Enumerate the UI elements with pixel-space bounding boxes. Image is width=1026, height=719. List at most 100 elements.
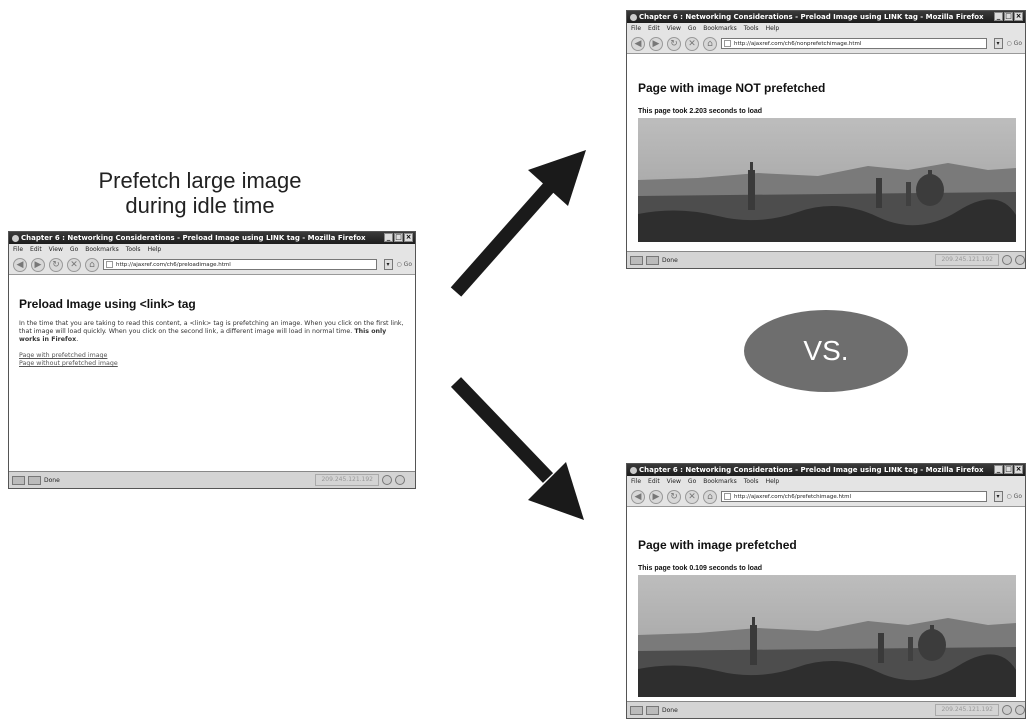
menu-bookmarks[interactable]: Bookmarks xyxy=(85,246,119,253)
florence-panorama-image xyxy=(638,575,1016,697)
url-dropdown-button[interactable]: ▾ xyxy=(383,259,393,270)
menu-file[interactable]: File xyxy=(631,25,641,32)
status-text: Done xyxy=(662,256,678,264)
menu-edit[interactable]: Edit xyxy=(648,25,660,32)
go-label: Go xyxy=(1013,40,1022,47)
status-round-icon xyxy=(382,475,392,485)
load-time-text: This page took 2.203 seconds to load xyxy=(638,108,763,115)
page-content: Page with image prefetched This page too… xyxy=(627,520,1025,697)
status-round-icon xyxy=(1015,255,1025,265)
page-heading: Page with image prefetched xyxy=(638,538,797,552)
firefox-icon xyxy=(630,13,637,21)
reload-icon[interactable]: ↻ xyxy=(667,36,681,51)
maximize-button[interactable]: □ xyxy=(1004,465,1013,474)
menu-help[interactable]: Help xyxy=(148,246,162,253)
load-time-text: This page took 0.109 seconds to load xyxy=(638,565,763,572)
caption-line-2: during idle time xyxy=(125,193,275,218)
status-text: Done xyxy=(662,706,678,714)
window-title: Chapter 6 : Networking Considerations - … xyxy=(639,13,984,21)
go-button[interactable]: ○ Go xyxy=(397,261,412,268)
url-dropdown-button[interactable]: ▾ xyxy=(993,38,1003,49)
menu-file[interactable]: File xyxy=(13,246,23,253)
page-heading: Page with image NOT prefetched xyxy=(638,81,826,95)
close-button[interactable]: × xyxy=(1014,465,1023,474)
back-arrow-icon[interactable]: ◀ xyxy=(631,36,645,51)
menu-help[interactable]: Help xyxy=(766,25,780,32)
status-round-icon xyxy=(1002,705,1012,715)
stop-icon[interactable]: ✕ xyxy=(67,257,81,272)
menu-view[interactable]: View xyxy=(667,25,681,32)
status-round-icon xyxy=(395,475,405,485)
url-text: http://ajaxref.com/ch6/nonprefetchimage.… xyxy=(734,41,862,47)
home-icon[interactable]: ⌂ xyxy=(85,257,99,272)
firefox-icon xyxy=(630,466,637,474)
forward-arrow-icon[interactable]: ▶ xyxy=(31,257,45,272)
go-label: Go xyxy=(403,261,412,268)
menu-bar: File Edit View Go Bookmarks Tools Help xyxy=(9,244,415,255)
status-bar: Done 209.245.121.192 xyxy=(627,251,1025,268)
page-content: Page with image NOT prefetched This page… xyxy=(627,67,1025,242)
window-title: Chapter 6 : Networking Considerations - … xyxy=(639,466,984,474)
go-label: Go xyxy=(1013,493,1022,500)
forward-arrow-icon[interactable]: ▶ xyxy=(649,489,663,504)
stop-icon[interactable]: ✕ xyxy=(685,36,699,51)
firefox-icon xyxy=(12,234,19,242)
menu-bookmarks[interactable]: Bookmarks xyxy=(703,478,737,485)
menu-file[interactable]: File xyxy=(631,478,641,485)
url-dropdown-button[interactable]: ▾ xyxy=(993,491,1003,502)
maximize-button[interactable]: □ xyxy=(394,233,403,242)
menu-view[interactable]: View xyxy=(667,478,681,485)
go-button[interactable]: ○ Go xyxy=(1007,493,1022,500)
minimize-button[interactable]: _ xyxy=(384,233,393,242)
url-input[interactable]: http://ajaxref.com/ch6/prefetchimage.htm… xyxy=(721,491,987,502)
menu-bookmarks[interactable]: Bookmarks xyxy=(703,25,737,32)
minimize-button[interactable]: _ xyxy=(994,465,1003,474)
menu-edit[interactable]: Edit xyxy=(30,246,42,253)
status-round-icon xyxy=(1002,255,1012,265)
vs-badge: VS. xyxy=(744,310,908,392)
close-button[interactable]: × xyxy=(1014,12,1023,21)
back-arrow-icon[interactable]: ◀ xyxy=(13,257,27,272)
menu-help[interactable]: Help xyxy=(766,478,780,485)
home-icon[interactable]: ⌂ xyxy=(703,36,717,51)
left-browser-window: Chapter 6 : Networking Considerations - … xyxy=(8,231,416,489)
url-input[interactable]: http://ajaxref.com/ch6/preloadimage.html xyxy=(103,259,377,270)
stop-icon[interactable]: ✕ xyxy=(685,489,699,504)
home-icon[interactable]: ⌂ xyxy=(703,489,717,504)
url-text: http://ajaxref.com/ch6/preloadimage.html xyxy=(116,262,231,268)
menu-bar: File Edit View Go Bookmarks Tools Help xyxy=(627,476,1025,487)
menu-tools[interactable]: Tools xyxy=(744,25,759,32)
forward-arrow-icon[interactable]: ▶ xyxy=(649,36,663,51)
url-input[interactable]: http://ajaxref.com/ch6/nonprefetchimage.… xyxy=(721,38,987,49)
go-button[interactable]: ○ Go xyxy=(1007,40,1022,47)
minimize-button[interactable]: _ xyxy=(994,12,1003,21)
maximize-button[interactable]: □ xyxy=(1004,12,1013,21)
close-button[interactable]: × xyxy=(404,233,413,242)
menu-view[interactable]: View xyxy=(49,246,63,253)
menu-edit[interactable]: Edit xyxy=(648,478,660,485)
menu-bar: File Edit View Go Bookmarks Tools Help xyxy=(627,23,1025,34)
status-icon xyxy=(630,705,643,715)
link-non-prefetched-page[interactable]: Page without prefetched image xyxy=(19,360,405,368)
page-paragraph: In the time that you are taking to read … xyxy=(19,320,404,343)
reload-icon[interactable]: ↻ xyxy=(667,489,681,504)
menu-go[interactable]: Go xyxy=(688,25,696,32)
reload-icon[interactable]: ↻ xyxy=(49,257,63,272)
bottom-right-browser-window: Chapter 6 : Networking Considerations - … xyxy=(626,463,1026,719)
menu-tools[interactable]: Tools xyxy=(126,246,141,253)
title-bar: Chapter 6 : Networking Considerations - … xyxy=(627,464,1025,476)
page-icon xyxy=(724,40,731,47)
florence-panorama-image xyxy=(638,118,1016,242)
arrow-down-right-icon xyxy=(450,377,584,520)
menu-tools[interactable]: Tools xyxy=(744,478,759,485)
menu-go[interactable]: Go xyxy=(688,478,696,485)
page-icon xyxy=(106,261,113,268)
link-prefetched-page[interactable]: Page with prefetched image xyxy=(19,352,405,360)
title-bar: Chapter 6 : Networking Considerations - … xyxy=(9,232,415,244)
navigation-toolbar: ◀ ▶ ↻ ✕ ⌂ http://ajaxref.com/ch6/nonpref… xyxy=(627,34,1025,54)
arrow-up-right-icon xyxy=(450,150,586,297)
title-bar: Chapter 6 : Networking Considerations - … xyxy=(627,11,1025,23)
back-arrow-icon[interactable]: ◀ xyxy=(631,489,645,504)
menu-go[interactable]: Go xyxy=(70,246,78,253)
paragraph-text: In the time that you are taking to read … xyxy=(19,320,404,335)
